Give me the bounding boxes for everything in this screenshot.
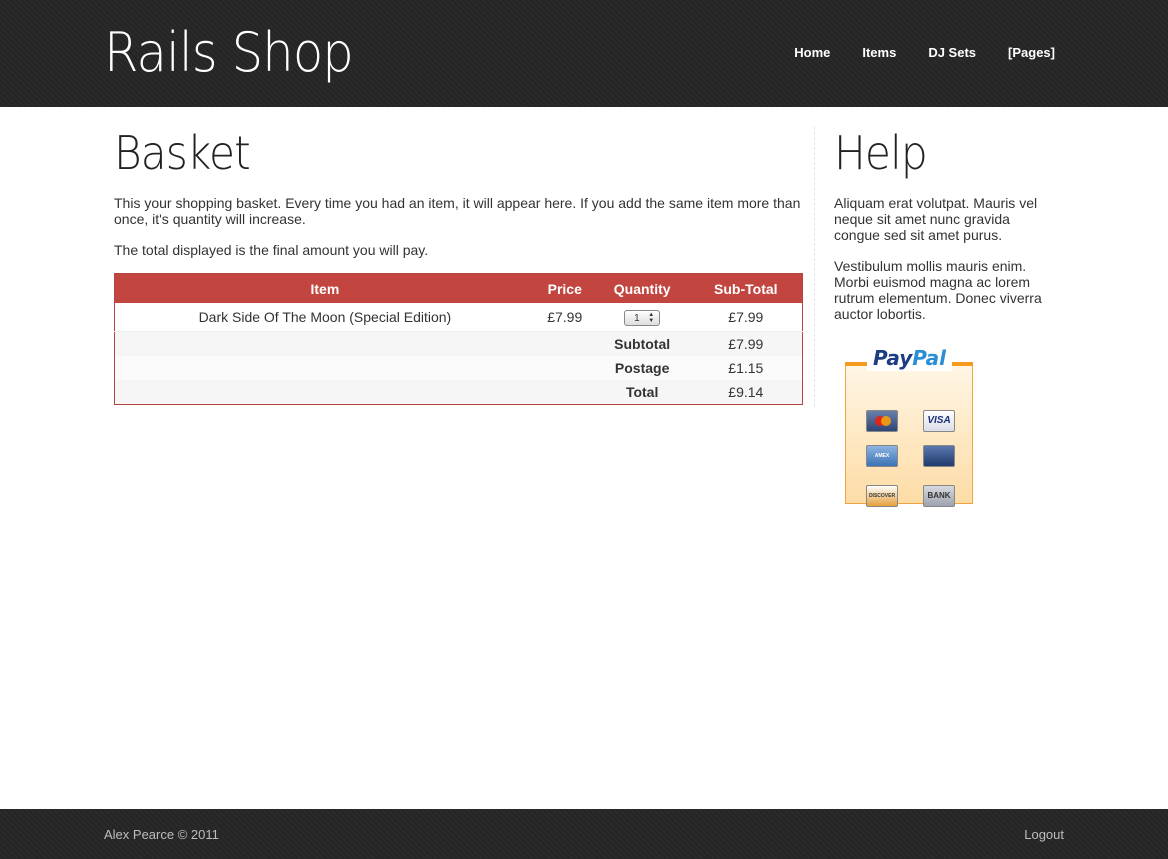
nav-pages-link[interactable]: [Pages]	[1008, 45, 1055, 61]
help-body: Aliquam erat volutpat. Mauris vel neque …	[834, 195, 1054, 322]
table-header-row: Item Price Quantity Sub-Total	[114, 273, 803, 303]
item-price: £7.99	[534, 303, 595, 332]
nav-home-link[interactable]: Home	[794, 45, 830, 61]
summary-label: Subtotal	[594, 331, 690, 356]
quantity-value: 1	[634, 312, 640, 324]
column-header-subtotal: Sub-Total	[689, 273, 803, 303]
column-header-item: Item	[114, 273, 535, 303]
summary-row-subtotal: Subtotal £7.99	[114, 331, 803, 356]
column-header-price: Price	[534, 273, 595, 303]
discover-icon: DISCOVER	[866, 485, 898, 507]
column-header-quantity: Quantity	[594, 273, 690, 303]
item-name: Dark Side Of The Moon (Special Edition)	[114, 303, 535, 332]
amex-icon: AMEX	[866, 445, 898, 467]
quantity-select[interactable]: 1 ▲ ▼	[624, 309, 661, 326]
credit-card-icon	[923, 445, 955, 467]
basket-section: Basket This your shopping basket. Every …	[114, 127, 803, 405]
intro-paragraph: This your shopping basket. Every time yo…	[114, 195, 801, 227]
mastercard-icon	[866, 410, 898, 432]
paypal-badge[interactable]: PayPal VISA AMEX DISCOVER BANK	[845, 343, 973, 507]
site-header: Rails Shop Home Items DJ Sets [Pages]	[0, 0, 1168, 107]
basket-intro: This your shopping basket. Every time yo…	[114, 195, 803, 258]
summary-row-postage: Postage £1.15	[114, 356, 803, 380]
column-divider	[814, 127, 815, 407]
copyright-text: Alex Pearce © 2011	[104, 827, 219, 842]
select-arrows-icon: ▲ ▼	[648, 311, 655, 324]
summary-value: £9.14	[689, 380, 803, 405]
nav-items-link[interactable]: Items	[862, 45, 896, 61]
logout-link[interactable]: Logout	[1024, 827, 1064, 842]
summary-value: £1.15	[689, 356, 803, 380]
table-row: Dark Side Of The Moon (Special Edition) …	[114, 303, 803, 332]
basket-table: Item Price Quantity Sub-Total Dark Side …	[114, 273, 803, 405]
page-title: Basket	[114, 126, 251, 180]
item-subtotal: £7.99	[689, 303, 803, 332]
help-title: Help	[834, 126, 928, 180]
summary-value: £7.99	[689, 331, 803, 356]
summary-label: Total	[594, 380, 690, 405]
summary-row-total: Total £9.14	[114, 380, 803, 405]
accepted-cards-panel: VISA AMEX DISCOVER BANK	[845, 362, 973, 507]
bank-icon: BANK	[923, 485, 955, 507]
quantity-cell: 1 ▲ ▼	[594, 303, 690, 332]
help-sidebar: Help Aliquam erat volutpat. Mauris vel n…	[834, 127, 1054, 337]
help-paragraph: Vestibulum mollis mauris enim. Morbi eui…	[834, 258, 1042, 322]
site-logo[interactable]: Rails Shop	[104, 18, 354, 88]
main-nav: Home Items DJ Sets [Pages]	[794, 45, 1055, 61]
nav-dj-sets-link[interactable]: DJ Sets	[928, 45, 976, 61]
paypal-logo: PayPal	[867, 345, 953, 371]
site-footer: Alex Pearce © 2011 Logout	[0, 809, 1168, 859]
visa-icon: VISA	[923, 410, 955, 432]
summary-label: Postage	[594, 356, 690, 380]
help-paragraph: Aliquam erat volutpat. Mauris vel neque …	[834, 195, 1038, 243]
intro-paragraph: The total displayed is the final amount …	[114, 242, 429, 258]
